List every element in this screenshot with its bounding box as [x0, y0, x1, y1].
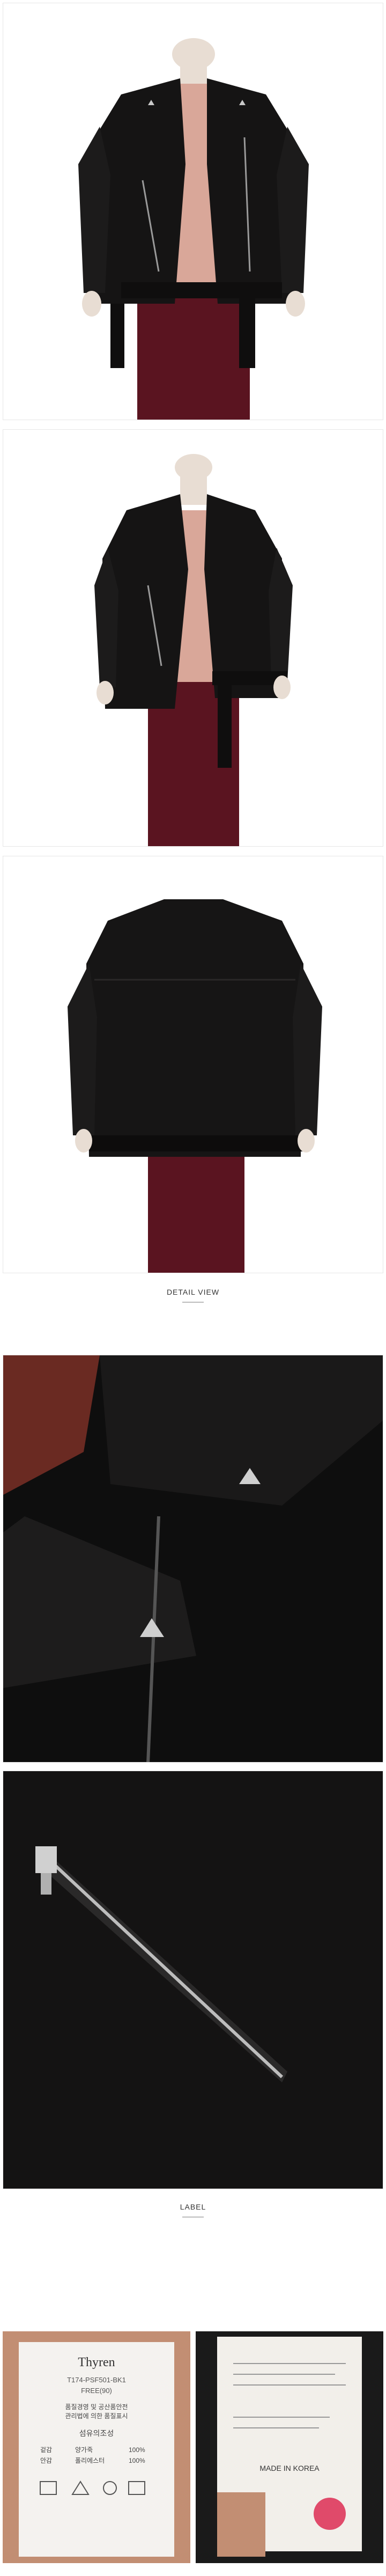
size-code-text: FREE(90): [81, 2387, 112, 2395]
jacket-back-photo: [3, 856, 383, 1273]
outer-percent-text: 100%: [129, 2446, 145, 2454]
brand-text: Thyren: [78, 2355, 115, 2369]
detail-view-divider: [182, 1302, 204, 1303]
made-in-text: MADE IN KOREA: [259, 2464, 320, 2472]
outer-label-text: 겉감: [40, 2446, 52, 2454]
lining-percent-text: 100%: [129, 2457, 145, 2464]
jacket-front-styled-photo: [3, 429, 383, 847]
outer-material-text: 양가죽: [75, 2446, 93, 2454]
lining-label-text: 안감: [40, 2457, 52, 2464]
product-code-text: T174-PSF501-BK1: [67, 2376, 126, 2384]
lining-material-text: 폴리에스터: [75, 2457, 105, 2464]
notice-text-2: 관리법에 의한 품질표시: [65, 2412, 128, 2420]
composition-label-photo: MADE IN KOREA: [196, 2331, 383, 2563]
composition-title-text: 섬유의조성: [79, 2429, 114, 2438]
certification-mark-icon: [314, 2498, 346, 2530]
label-divider: [182, 2217, 204, 2218]
notice-text-1: 품질경영 및 공산품안전: [65, 2403, 128, 2411]
detail-view-heading: DETAIL VIEW: [166, 1288, 220, 1296]
care-label-photo: Thyren T174-PSF501-BK1 FREE(90) 품질경영 및 공…: [3, 2331, 190, 2563]
zipper-pocket-detail-photo: [3, 1771, 383, 2189]
label-heading: LABEL: [180, 2203, 206, 2211]
jacket-front-open-photo: [3, 3, 383, 420]
collar-stud-detail-photo: [3, 1355, 383, 1763]
